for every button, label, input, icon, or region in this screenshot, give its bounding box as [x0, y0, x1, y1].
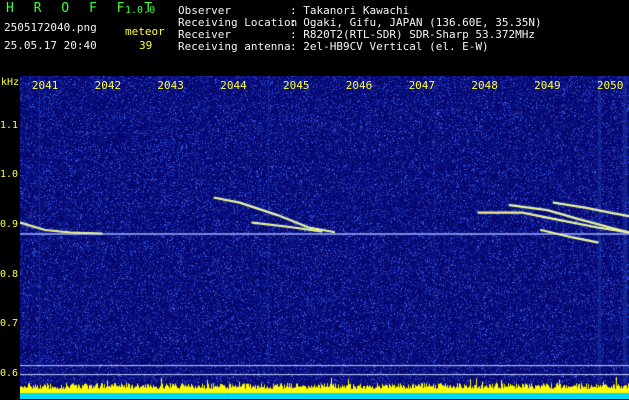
x-tick-label: 2045	[282, 79, 310, 92]
x-tick-label: 2049	[534, 79, 561, 92]
header-panel: H R O F F T 1.0.0 2505172040.png 25.05.1…	[0, 0, 629, 76]
y-tick-label: 1.0	[0, 169, 19, 181]
y-tick-label: 0.9	[0, 219, 19, 231]
x-tick-label: 2041	[31, 79, 59, 92]
filename: 2505172040.png	[4, 21, 97, 34]
y-tick-label: 0.7	[0, 318, 19, 330]
x-tick-label: 2044	[220, 79, 247, 92]
meteor-count: 39	[139, 39, 153, 52]
app-version: 1.0.0	[125, 5, 156, 16]
field-label-antenna: Receiving antenna	[178, 40, 291, 53]
x-tick-label: 2043	[157, 79, 184, 92]
y-tick-label: 1.1	[0, 119, 19, 131]
x-tick-label: 2042	[94, 79, 122, 92]
x-tick-label: 2047	[408, 79, 436, 92]
y-axis-label: kHz	[1, 77, 20, 88]
spectrogram	[20, 76, 629, 399]
y-tick-label: 0.6	[0, 368, 19, 380]
field-value-antenna: : 2el-HB9CV Vertical (el. E-W)	[290, 40, 489, 53]
datetime: 25.05.17 20:40	[4, 39, 97, 52]
x-tick-label: 2050	[596, 79, 624, 92]
meteor-label: meteor	[125, 25, 165, 38]
x-tick-label: 2046	[345, 79, 373, 92]
x-tick-label: 2048	[471, 79, 498, 92]
y-tick-label: 0.8	[0, 268, 19, 280]
